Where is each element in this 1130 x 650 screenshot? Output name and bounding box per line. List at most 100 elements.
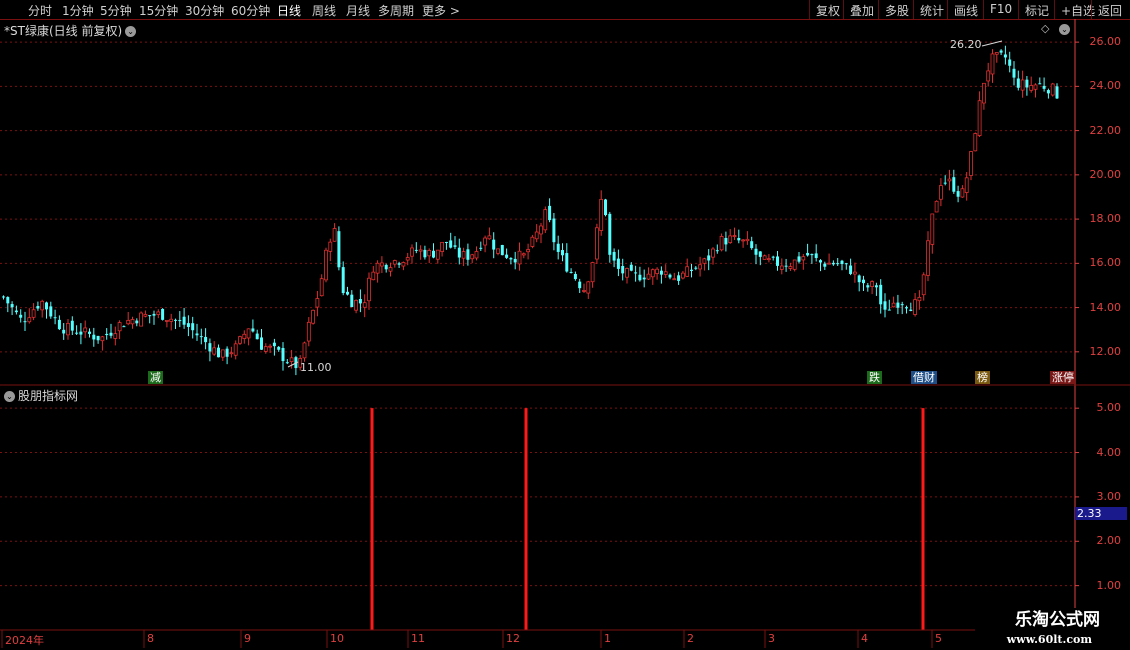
candle-193 xyxy=(831,260,835,266)
candle-230 xyxy=(990,49,995,83)
x-tick-0: 2024年 xyxy=(5,634,44,647)
candle-71 xyxy=(306,317,311,347)
candle-6 xyxy=(27,308,32,324)
candle-57 xyxy=(246,328,251,346)
main-y-tick-1: 24.00 xyxy=(1089,79,1122,93)
candle-106 xyxy=(457,238,461,265)
candle-35 xyxy=(152,310,156,325)
indicator-title[interactable]: ⌄ 股朋指标网 xyxy=(4,387,78,404)
candle-98 xyxy=(423,245,427,260)
candle-165 xyxy=(711,247,715,265)
candle-104 xyxy=(449,232,453,249)
candle-92 xyxy=(397,261,401,268)
candle-157 xyxy=(677,271,681,285)
candle-132 xyxy=(569,268,573,274)
low-price-label: 11.00 xyxy=(300,361,332,374)
candle-13 xyxy=(57,315,61,331)
candle-45 xyxy=(195,323,199,341)
candle-89 xyxy=(384,263,388,273)
candle-153 xyxy=(659,266,663,284)
kline-chart[interactable] xyxy=(0,0,1130,650)
candle-109 xyxy=(470,253,475,264)
candle-58 xyxy=(251,319,255,333)
candle-210 xyxy=(905,305,908,314)
candle-27 xyxy=(117,320,122,340)
event-tag-1[interactable]: 跌 xyxy=(867,371,882,384)
candle-188 xyxy=(810,253,814,264)
candle-11 xyxy=(49,301,53,319)
chart-frame xyxy=(0,19,1130,648)
candle-117 xyxy=(505,248,509,260)
candle-51 xyxy=(220,349,225,361)
chevron-down-icon[interactable]: ⌄ xyxy=(4,391,15,402)
candle-115 xyxy=(496,248,500,256)
candle-48 xyxy=(208,338,212,362)
candle-19 xyxy=(83,320,88,339)
candle-185 xyxy=(797,252,801,264)
candle-3 xyxy=(14,305,18,315)
candle-142 xyxy=(612,248,616,268)
candle-111 xyxy=(479,241,483,251)
candle-36 xyxy=(156,309,161,319)
event-tag-3[interactable]: 榜 xyxy=(975,371,990,384)
candle-200 xyxy=(862,275,865,291)
candle-156 xyxy=(672,272,677,281)
candle-227 xyxy=(977,91,982,138)
candle-212 xyxy=(913,293,917,317)
candle-93 xyxy=(401,261,406,271)
candle-167 xyxy=(719,233,724,252)
candle-171 xyxy=(737,229,741,244)
candle-15 xyxy=(66,319,70,340)
main-y-tick-3: 20.00 xyxy=(1089,167,1122,181)
candle-166 xyxy=(715,244,719,254)
candle-0 xyxy=(2,295,5,300)
candle-218 xyxy=(939,178,943,207)
candle-190 xyxy=(819,259,822,272)
current-value-badge: 2.33 xyxy=(1075,507,1127,520)
candle-114 xyxy=(492,232,496,259)
candle-68 xyxy=(294,355,298,376)
candle-139 xyxy=(599,190,604,236)
candle-242 xyxy=(1042,77,1046,92)
x-tick-4: 11 xyxy=(411,632,425,645)
candle-70 xyxy=(302,341,307,362)
candle-206 xyxy=(887,299,891,311)
candle-17 xyxy=(75,325,79,336)
candle-95 xyxy=(410,244,414,264)
event-tag-0[interactable]: 减 xyxy=(148,371,163,384)
candle-225 xyxy=(969,150,973,181)
x-tick-1: 8 xyxy=(147,632,154,645)
candle-39 xyxy=(169,313,174,331)
event-tag-2[interactable]: 借财 xyxy=(911,371,937,384)
candle-220 xyxy=(947,169,952,191)
event-tag-4[interactable]: 涨停 xyxy=(1050,371,1076,384)
candle-152 xyxy=(655,267,659,280)
candle-232 xyxy=(999,49,1003,56)
candle-20 xyxy=(88,328,91,338)
main-y-tick-2: 22.00 xyxy=(1089,123,1122,137)
candle-195 xyxy=(840,259,844,271)
candle-198 xyxy=(853,262,857,283)
candle-34 xyxy=(148,315,152,324)
candle-96 xyxy=(414,242,418,254)
candle-49 xyxy=(212,341,217,356)
candle-131 xyxy=(565,243,569,273)
candle-126 xyxy=(543,206,548,233)
candle-79 xyxy=(341,261,345,296)
candle-86 xyxy=(371,266,376,281)
candle-44 xyxy=(191,316,195,339)
candle-154 xyxy=(663,264,668,278)
candle-43 xyxy=(186,315,190,337)
candle-32 xyxy=(139,311,144,327)
ind-y-tick-3: 2.00 xyxy=(1096,534,1122,548)
candle-164 xyxy=(707,249,711,271)
candle-149 xyxy=(642,269,646,288)
candle-175 xyxy=(754,244,758,265)
candle-136 xyxy=(586,280,591,299)
candle-238 xyxy=(1025,76,1029,96)
candle-147 xyxy=(634,265,638,282)
candle-56 xyxy=(242,330,247,344)
candle-47 xyxy=(204,328,208,350)
main-y-tick-5: 16.00 xyxy=(1089,256,1122,270)
candle-2 xyxy=(10,301,14,316)
